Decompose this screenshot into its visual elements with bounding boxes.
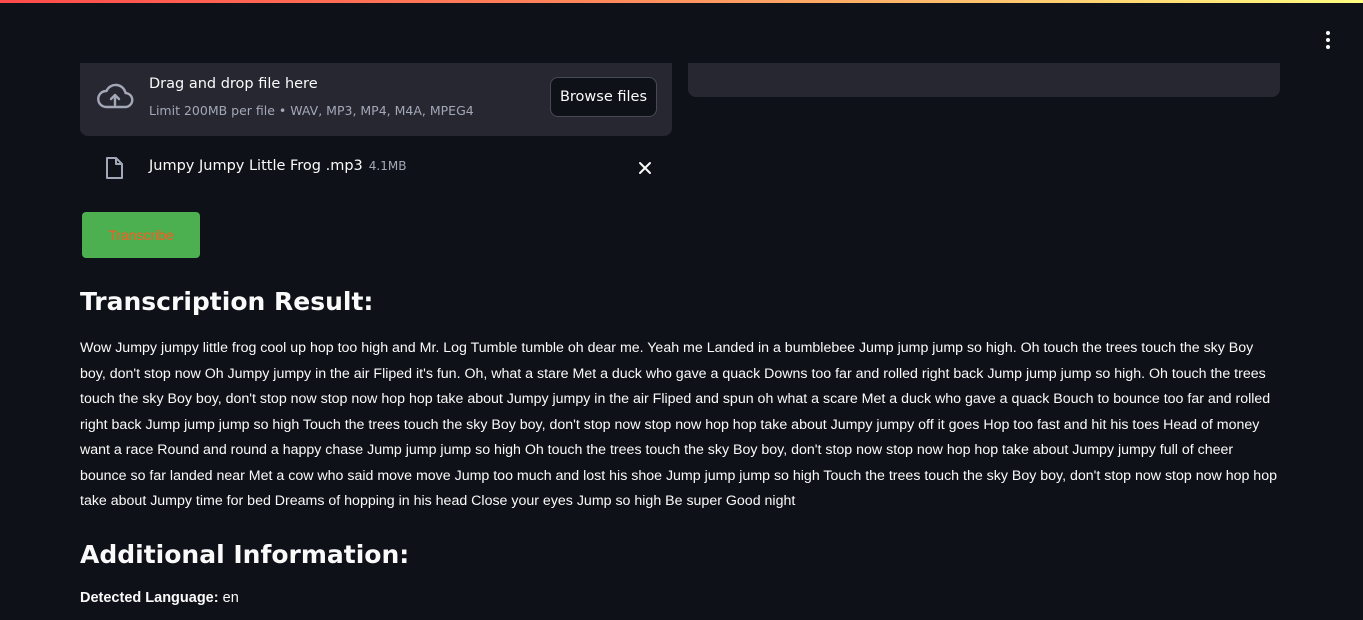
browse-files-button[interactable]: Browse files bbox=[550, 77, 657, 117]
dropzone-limit: Limit 200MB per file • WAV, MP3, MP4, M4… bbox=[149, 103, 474, 118]
transcription-text: Wow Jumpy jumpy little frog cool up hop … bbox=[80, 340, 1277, 509]
uploaded-file-item: Jumpy Jumpy Little Frog .mp3 4.1MB bbox=[80, 150, 672, 186]
detected-language-label: Detected Language: bbox=[80, 590, 219, 606]
main-menu-button[interactable] bbox=[1316, 28, 1340, 52]
close-icon[interactable] bbox=[636, 159, 654, 177]
transcribe-button[interactable]: Transcribe bbox=[82, 212, 200, 258]
top-decoration-bar bbox=[0, 0, 1363, 3]
cloud-upload-icon bbox=[97, 83, 134, 109]
detected-language-value: en bbox=[222, 590, 239, 606]
dropzone-title: Drag and drop file here bbox=[149, 76, 318, 92]
more-vertical-icon bbox=[1326, 31, 1330, 35]
right-panel bbox=[688, 63, 1280, 97]
detected-language-line: Detected Language: en bbox=[80, 590, 239, 606]
file-size: 4.1MB bbox=[368, 159, 407, 173]
additional-info-heading: Additional Information: bbox=[80, 540, 410, 569]
file-icon bbox=[106, 157, 123, 179]
file-name: Jumpy Jumpy Little Frog .mp3 bbox=[149, 158, 363, 174]
transcription-result-heading: Transcription Result: bbox=[80, 287, 374, 316]
file-dropzone[interactable]: Drag and drop file here Limit 200MB per … bbox=[80, 63, 672, 136]
